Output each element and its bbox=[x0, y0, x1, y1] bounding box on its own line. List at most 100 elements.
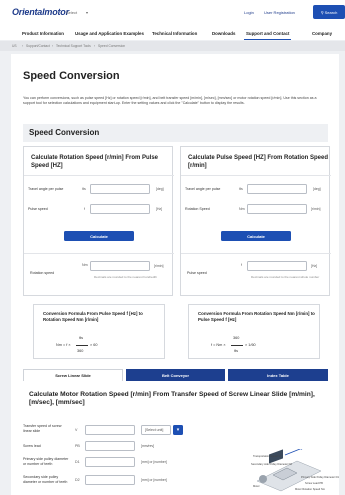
breadcrumb-tools[interactable]: Technical Support Tools bbox=[56, 44, 91, 48]
field-symbol: θs bbox=[239, 187, 243, 191]
unit-select[interactable]: [Select unit] bbox=[141, 425, 171, 435]
diagram-label: Transportation Speed V bbox=[253, 455, 281, 458]
breadcrumb-current: Speed Conversion bbox=[98, 44, 126, 48]
diagram-label: Screw Lead PB bbox=[305, 482, 323, 485]
field-symbol: V bbox=[75, 428, 78, 432]
section-header: Speed Conversion bbox=[23, 124, 328, 142]
rounding-note: Decimals are rounded to the nearest whol… bbox=[251, 275, 320, 279]
field-unit: [mm] or [number] bbox=[141, 478, 167, 482]
tab-screw-linear-slide[interactable]: Screw Linear Slide bbox=[23, 369, 123, 381]
field-label: Secondary side pulley diameter or number… bbox=[23, 475, 68, 484]
top-bar: Orientalmotor Select ▾ Login User Regist… bbox=[0, 0, 345, 28]
nav-item-support-contact[interactable]: Support and Contact bbox=[243, 31, 292, 41]
formula-numerator: θs bbox=[79, 336, 84, 340]
login-link[interactable]: Login bbox=[244, 10, 254, 15]
main-nav: Product Information Usage and Applicatio… bbox=[0, 28, 345, 41]
slide-section-title: Calculate Motor Rotation Speed [r/min] F… bbox=[29, 391, 315, 407]
field-symbol: θs bbox=[82, 187, 86, 191]
diagram-label: Motor Rotation Speed Nm bbox=[295, 488, 325, 491]
formula-lhs: Nm = f × bbox=[56, 343, 71, 347]
field-label: Rotation Speed bbox=[185, 207, 210, 211]
rotation-speed-input[interactable] bbox=[247, 204, 307, 214]
application-tabs: Screw Linear Slide Belt Conveyor Index T… bbox=[23, 369, 328, 381]
field-unit: [mm/rev] bbox=[141, 444, 155, 448]
field-symbol: PB bbox=[75, 444, 80, 448]
field-unit: [r/min] bbox=[311, 207, 321, 211]
screw-linear-slide-diagram: Transportation Speed V Secondary side Pu… bbox=[251, 446, 339, 493]
nav-item-product-information[interactable]: Product Information bbox=[22, 31, 64, 36]
pulse-to-rotation-formula: Conversion Formula From Pulse Speed f [H… bbox=[33, 304, 165, 359]
region-selector[interactable]: Select bbox=[66, 10, 77, 15]
result-label: Rotation speed bbox=[30, 271, 55, 275]
result-unit: [Hz] bbox=[311, 264, 318, 268]
card-title: Calculate Pulse Speed [HZ] From Rotation… bbox=[188, 155, 329, 169]
field-label: Pulse speed bbox=[28, 207, 48, 211]
formula-denominator: θs bbox=[234, 349, 239, 353]
field-unit: [deg] bbox=[313, 187, 321, 191]
field-unit: [mm] or [number] bbox=[141, 460, 167, 464]
formula-numerator: 360 bbox=[233, 336, 240, 340]
breadcrumb-home[interactable]: US bbox=[12, 44, 17, 48]
formula-title: Conversion Formula From Rotation Speed N… bbox=[198, 311, 315, 322]
intro-text: You can perform conversions, such as pul… bbox=[23, 96, 317, 105]
field-symbol: Nm bbox=[239, 207, 245, 211]
secondary-pulley-input[interactable] bbox=[85, 475, 135, 485]
pulse-speed-result[interactable] bbox=[247, 261, 307, 271]
brand-logo[interactable]: Orientalmotor bbox=[12, 7, 69, 17]
unit-select-toggle[interactable]: ▾ bbox=[173, 425, 183, 435]
nav-item-technical-information[interactable]: Technical Information bbox=[152, 31, 197, 36]
result-symbol: Nm bbox=[82, 263, 88, 267]
field-label: Primary side pulley diameter or number o… bbox=[23, 457, 69, 466]
diagram-label: Motor bbox=[253, 485, 260, 488]
field-unit: [deg] bbox=[156, 187, 164, 191]
field-label: Travel angle per pulse bbox=[185, 187, 221, 191]
diagram-label: Secondary side Pulley Diameter D2 bbox=[251, 463, 292, 466]
search-button[interactable]: ⚲ Search bbox=[313, 5, 345, 19]
rotation-speed-result[interactable] bbox=[90, 261, 150, 271]
search-button-label: Search bbox=[324, 9, 338, 15]
field-symbol: D1 bbox=[75, 460, 80, 464]
user-registration-link[interactable]: User Registration bbox=[264, 10, 295, 15]
formula-lhs: f = Nm × bbox=[211, 343, 226, 347]
slide-form: Transfer speed of screw linear slide V [… bbox=[23, 424, 253, 494]
rounding-note: Decimals are rounded to the nearest hund… bbox=[94, 275, 157, 279]
field-symbol: f bbox=[84, 207, 85, 211]
chevron-down-icon: ▾ bbox=[86, 10, 89, 15]
tab-belt-conveyor[interactable]: Belt Conveyor bbox=[126, 369, 225, 381]
travel-angle-input[interactable] bbox=[247, 184, 307, 194]
nav-item-company[interactable]: Company bbox=[312, 31, 332, 36]
result-symbol: f bbox=[241, 263, 242, 267]
nav-item-usage-examples[interactable]: Usage and Application Examples bbox=[75, 31, 144, 36]
formula-title: Conversion Formula From Pulse Speed f [H… bbox=[43, 311, 143, 322]
card-title: Calculate Rotation Speed [r/min] From Pu… bbox=[31, 155, 159, 169]
breadcrumb-support[interactable]: Support/Contact bbox=[26, 44, 50, 48]
tab-index-table[interactable]: Index Table bbox=[228, 369, 328, 381]
formula-denominator: 360 bbox=[77, 349, 84, 353]
calculate-button[interactable]: Calculate bbox=[64, 231, 134, 241]
field-unit: [Hz] bbox=[156, 207, 163, 211]
pulse-to-rotation-card: Calculate Rotation Speed [r/min] From Pu… bbox=[23, 146, 174, 296]
formula-tail: × 1/60 bbox=[245, 343, 256, 347]
breadcrumb: US › Support/Contact › Technical Support… bbox=[0, 41, 345, 51]
rotation-to-pulse-formula: Conversion Formula From Rotation Speed N… bbox=[188, 304, 320, 359]
nav-item-downloads[interactable]: Downloads bbox=[212, 31, 235, 36]
field-label: Transfer speed of screw linear slide bbox=[23, 424, 62, 433]
field-label: Screw lead bbox=[23, 444, 41, 448]
rotation-to-pulse-card: Calculate Pulse Speed [HZ] From Rotation… bbox=[180, 146, 331, 296]
chevron-down-icon: ▾ bbox=[176, 427, 180, 433]
content-panel: Speed Conversion You can perform convers… bbox=[11, 54, 339, 495]
transfer-speed-input[interactable] bbox=[85, 425, 135, 435]
pulse-speed-input[interactable] bbox=[90, 204, 150, 214]
result-label: Pulse speed bbox=[187, 271, 207, 275]
screw-lead-input[interactable] bbox=[85, 441, 135, 451]
calculate-button[interactable]: Calculate bbox=[221, 231, 291, 241]
primary-pulley-input[interactable] bbox=[85, 457, 135, 467]
travel-angle-input[interactable] bbox=[90, 184, 150, 194]
diagram-label: Primary Side Pulley Diameter D1 bbox=[301, 476, 339, 479]
formula-tail: × 60 bbox=[90, 343, 98, 347]
search-icon: ⚲ bbox=[320, 9, 324, 15]
field-label: Travel angle per pulse bbox=[28, 187, 64, 191]
page-title: Speed Conversion bbox=[23, 70, 120, 82]
field-symbol: D2 bbox=[75, 478, 80, 482]
result-unit: [r/min] bbox=[154, 264, 164, 268]
